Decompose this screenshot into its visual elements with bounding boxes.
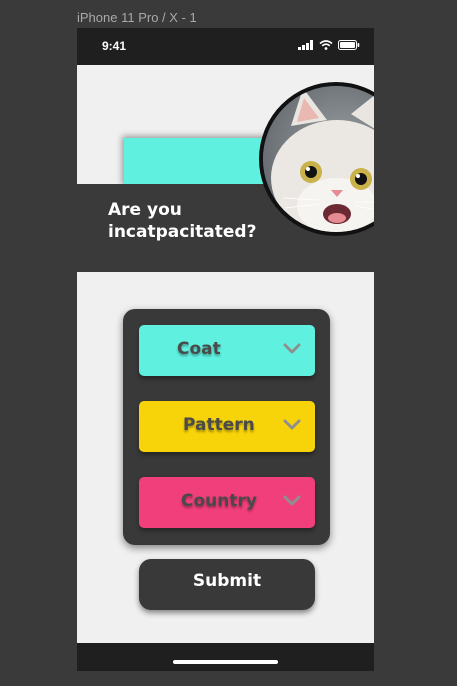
pattern-dropdown-label: Pattern xyxy=(183,415,255,435)
cat-illustration xyxy=(263,86,374,232)
country-dropdown-label: Country xyxy=(181,491,257,511)
submit-button[interactable]: Submit xyxy=(139,559,315,610)
signal-icon xyxy=(298,40,313,50)
wifi-icon xyxy=(319,40,333,50)
status-bar: 9:41 xyxy=(77,28,374,65)
page-title-line-1: Are you xyxy=(108,200,182,220)
home-indicator[interactable] xyxy=(173,660,278,664)
chevron-down-icon xyxy=(283,343,301,354)
status-time: 9:41 xyxy=(102,39,127,53)
chevron-down-icon xyxy=(283,419,301,430)
home-bar xyxy=(77,643,374,671)
coat-dropdown[interactable]: Coat xyxy=(139,325,315,376)
chevron-down-icon xyxy=(283,495,301,506)
page-title: Are you incatpacitated? xyxy=(108,199,256,243)
coat-dropdown-label: Coat xyxy=(177,339,221,359)
battery-icon xyxy=(338,40,360,50)
status-icons xyxy=(298,40,360,50)
country-dropdown[interactable]: Country xyxy=(139,477,315,528)
artboard-label: iPhone 11 Pro / X - 1 xyxy=(77,10,197,25)
cat-details-form: Coat Pattern Country xyxy=(123,309,330,545)
page-title-line-2: incatpacitated? xyxy=(108,222,257,242)
phone-screen: 9:41 Are you incatpacitated? Coat Patter… xyxy=(77,28,374,671)
pattern-dropdown[interactable]: Pattern xyxy=(139,401,315,452)
